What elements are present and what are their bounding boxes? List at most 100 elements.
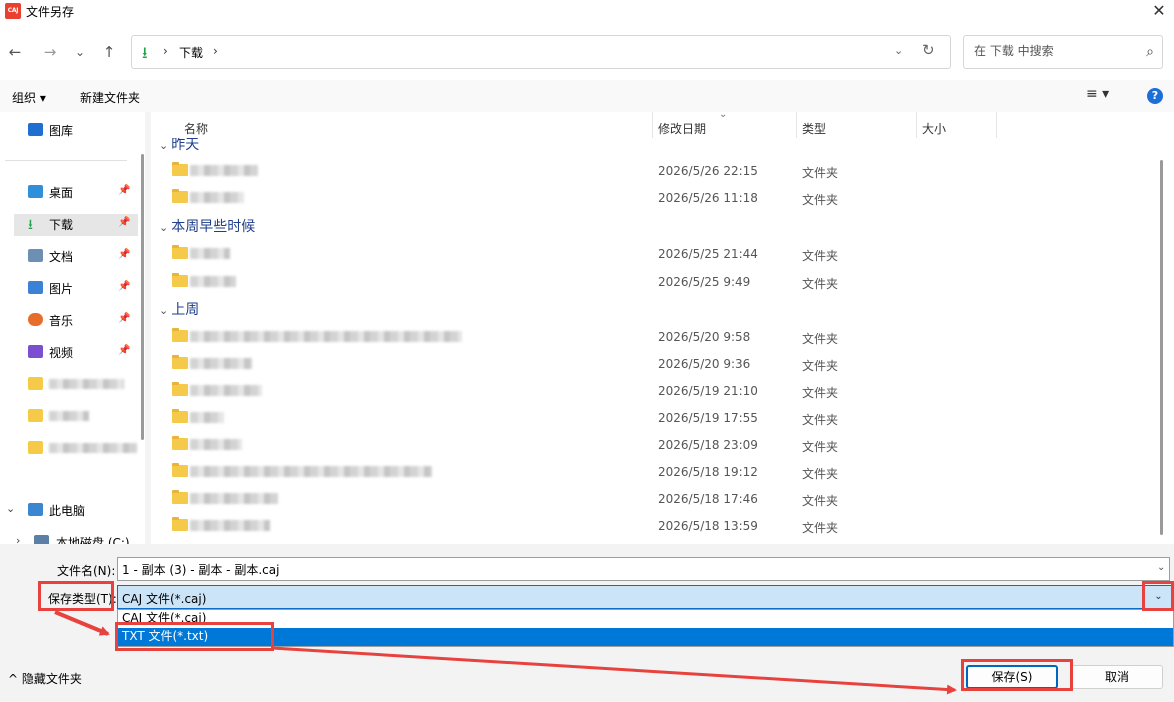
save-type-option-txt[interactable]: TXT 文件(*.txt): [118, 628, 1173, 646]
column-divider[interactable]: [996, 112, 997, 138]
table-row[interactable]: 2026/5/26 22:15 文件夹: [151, 158, 1161, 185]
folder-icon: [28, 441, 43, 454]
close-button[interactable]: ✕: [1144, 0, 1174, 22]
column-divider[interactable]: [916, 112, 917, 138]
folder-icon: [172, 463, 188, 477]
save-type-dropdown[interactable]: CAJ 文件(*.caj) TXT 文件(*.txt): [117, 609, 1174, 647]
table-row[interactable]: 2026/5/18 13:59 文件夹: [151, 513, 1161, 540]
row-date: 2026/5/18 13:59: [658, 519, 758, 533]
sidebar-item-gallery[interactable]: 图库: [28, 120, 138, 142]
group-header-last-week[interactable]: ⌄ 上周: [159, 299, 199, 319]
search-box[interactable]: ⌕: [963, 35, 1163, 69]
table-row[interactable]: 2026/5/26 11:18 文件夹: [151, 185, 1161, 212]
table-row[interactable]: 2026/5/25 21:44 文件夹: [151, 241, 1161, 268]
sidebar-item-documents[interactable]: 文档 📌: [28, 246, 138, 268]
annotation-box-save-type-label: [38, 581, 114, 611]
refresh-icon[interactable]: ↻: [922, 41, 935, 59]
view-options-button[interactable]: ≡ ▾: [1086, 86, 1109, 102]
column-divider[interactable]: [796, 112, 797, 138]
column-header-type[interactable]: 类型: [802, 120, 826, 137]
forward-arrow-icon[interactable]: →: [40, 42, 60, 62]
sidebar-item-label: 音乐: [49, 314, 74, 328]
folder-icon: [28, 409, 43, 422]
table-row[interactable]: 2026/5/18 19:12 文件夹: [151, 459, 1161, 486]
sidebar-item-label: 图片: [49, 282, 74, 296]
computer-icon: [28, 503, 43, 516]
table-row[interactable]: 2026/5/18 17:46 文件夹: [151, 486, 1161, 513]
sidebar-item-folder[interactable]: [28, 374, 138, 396]
new-folder-button[interactable]: 新建文件夹: [80, 89, 140, 106]
caj-app-icon: CAJ: [5, 3, 21, 19]
search-input[interactable]: [974, 44, 1134, 58]
table-row[interactable]: 2026/5/19 21:10 文件夹: [151, 378, 1161, 405]
organize-menu-button[interactable]: 组织 ▾: [12, 89, 46, 106]
cancel-button[interactable]: 取消: [1071, 665, 1163, 689]
sidebar-item-label: 本地磁盘 (C:): [56, 536, 130, 544]
sidebar-item-downloads[interactable]: ⭳ 下载 📌: [14, 214, 138, 236]
breadcrumb-downloads[interactable]: 下载: [179, 44, 203, 61]
filename-label: 文件名(N):: [57, 564, 116, 578]
row-date: 2026/5/19 21:10: [658, 384, 758, 398]
redacted-name: [190, 192, 244, 203]
file-list-scrollbar[interactable]: [1160, 160, 1163, 535]
save-type-select[interactable]: CAJ 文件(*.caj): [117, 585, 1172, 609]
pin-icon: 📌: [118, 345, 131, 356]
sidebar-item-music[interactable]: 音乐 📌: [28, 310, 138, 332]
sidebar-item-local-disk[interactable]: › 本地磁盘 (C:): [16, 532, 145, 544]
table-row[interactable]: 2026/5/19 17:55 文件夹: [151, 405, 1161, 432]
sidebar-item-folder[interactable]: [28, 438, 138, 460]
table-row[interactable]: 2026/5/20 9:36 文件夹: [151, 351, 1161, 378]
documents-icon: [28, 249, 43, 262]
sidebar-item-this-pc[interactable]: ⌄ 此电脑: [6, 500, 141, 522]
folder-icon: [172, 409, 188, 423]
group-header-yesterday[interactable]: ⌄ 昨天: [159, 138, 199, 154]
sidebar-item-label: 下载: [49, 218, 74, 232]
column-header-size[interactable]: 大小: [922, 120, 946, 137]
hide-folders-toggle[interactable]: ^ 隐藏文件夹: [8, 670, 82, 687]
expand-chevron-icon[interactable]: ⌄: [6, 502, 15, 515]
column-divider[interactable]: [652, 112, 653, 138]
folder-icon: [172, 162, 188, 176]
group-header-earlier-this-week[interactable]: ⌄ 本周早些时候: [159, 216, 255, 236]
folder-icon: [172, 436, 188, 450]
sidebar-item-pictures[interactable]: 图片 📌: [28, 278, 138, 300]
address-history-chevron-icon[interactable]: ⌄: [894, 44, 903, 57]
table-row[interactable]: 2026/5/18 23:09 文件夹: [151, 432, 1161, 459]
pin-icon: 📌: [118, 313, 131, 324]
annotation-box-txt-option: [115, 622, 274, 651]
filename-field[interactable]: [117, 557, 1170, 581]
recent-locations-chevron-icon[interactable]: ⌄: [70, 42, 90, 62]
navigation-pane[interactable]: 图库 桌面 📌 ⭳ 下载 📌 文档 📌 图片 📌 音乐 📌 视频 📌 ⌄ 此电脑…: [0, 112, 145, 544]
column-header-name[interactable]: 名称: [184, 120, 208, 137]
table-row[interactable]: 2026/5/25 9:49 文件夹: [151, 269, 1161, 296]
folder-icon: [172, 245, 188, 259]
sidebar-scrollbar[interactable]: [141, 154, 144, 440]
sidebar-item-desktop[interactable]: 桌面 📌: [28, 182, 138, 204]
help-icon[interactable]: ?: [1147, 88, 1163, 104]
sidebar-item-videos[interactable]: 视频 📌: [28, 342, 138, 364]
table-row[interactable]: 2026/5/20 9:58 文件夹: [151, 324, 1161, 351]
up-arrow-icon[interactable]: ↑: [99, 42, 119, 62]
column-header-modified[interactable]: 修改日期: [658, 120, 706, 137]
breadcrumb-separator-icon[interactable]: ›: [163, 44, 168, 58]
save-type-option-caj[interactable]: CAJ 文件(*.caj): [118, 610, 1173, 628]
row-date: 2026/5/26 11:18: [658, 191, 758, 205]
folder-icon: [172, 355, 188, 369]
file-list[interactable]: ⌄ 名称 修改日期 类型 大小 ⌄ 昨天 2026/5/26 22:15 文件夹 …: [151, 112, 1174, 544]
row-date: 2026/5/18 19:12: [658, 465, 758, 479]
address-bar[interactable]: ⭳ › 下载 › ⌄ ↻: [131, 35, 951, 69]
pin-icon: 📌: [118, 281, 131, 292]
search-icon[interactable]: ⌕: [1146, 44, 1154, 60]
sidebar-divider: [5, 160, 127, 161]
back-arrow-icon[interactable]: ←: [5, 42, 25, 62]
row-type: 文件夹: [802, 277, 839, 291]
row-type: 文件夹: [802, 467, 839, 481]
group-title: 上周: [171, 302, 200, 318]
redacted-name: [190, 439, 242, 450]
collapse-chevron-icon[interactable]: ›: [16, 534, 20, 544]
sidebar-item-folder[interactable]: [28, 406, 138, 428]
redacted-name: [190, 331, 462, 342]
filename-history-chevron-icon[interactable]: ⌄: [1157, 562, 1165, 573]
row-date: 2026/5/25 9:49: [658, 275, 751, 289]
breadcrumb-separator-icon[interactable]: ›: [213, 44, 218, 58]
